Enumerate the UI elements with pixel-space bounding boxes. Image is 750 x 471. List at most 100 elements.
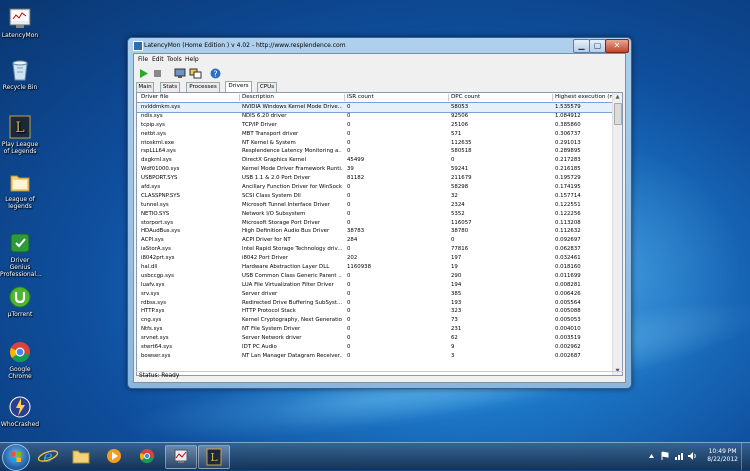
table-row[interactable]: ndis.sys NDIS 6.20 driver 0 92506 1.084912 — [137, 112, 613, 121]
table-row[interactable]: storport.sys Microsoft Storage Port Drive… — [137, 219, 613, 228]
menu-edit[interactable]: Edit — [152, 56, 164, 63]
column-divider[interactable] — [448, 94, 449, 101]
tab-drivers[interactable]: Drivers — [225, 81, 252, 92]
taskbar-latencymon[interactable] — [165, 445, 197, 469]
volume-icon[interactable] — [687, 451, 697, 461]
table-row[interactable]: afd.sys Ancillary Function Driver for Win… — [137, 183, 613, 192]
table-row[interactable]: NETIO.SYS Network I/O Subsystem 0 5352 0.122… — [137, 210, 613, 219]
taskbar-chrome[interactable] — [132, 445, 162, 467]
tab-stats[interactable]: Stats — [160, 82, 180, 92]
scroll-up-icon[interactable]: ▲ — [613, 93, 622, 101]
table-row[interactable]: cng.sys Kernel Cryptography, Next Generat… — [137, 316, 613, 325]
table-row[interactable]: stwrt64.sys IDT PC Audio 0 9 0.002962 — [137, 343, 613, 352]
table-cell: 58298 — [451, 184, 469, 191]
tab-processes[interactable]: Processes — [186, 82, 220, 92]
table-cell: 62 — [451, 335, 458, 342]
network-icon[interactable] — [674, 451, 684, 461]
menu-file[interactable]: File — [138, 56, 148, 63]
table-row[interactable]: netbt.sys MBT Transport driver 0 571 0.30673… — [137, 130, 613, 139]
table-row[interactable]: iaStorA.sys Intel Rapid Storage Technolog… — [137, 245, 613, 254]
start-button[interactable] — [2, 444, 30, 471]
latencymon-icon — [8, 6, 32, 30]
explorer-folder-icon — [72, 450, 90, 464]
desktop-icon-recycle-bin[interactable]: Recycle Bin — [0, 58, 40, 91]
table-row[interactable]: srv.sys Server driver 0 385 0.006426 — [137, 290, 613, 299]
table-row[interactable]: dxgkrnl.sys DirectX Graphics Kernel 45499 0… — [137, 156, 613, 165]
desktop-icon-utorrent[interactable]: µTorrent — [0, 285, 40, 318]
table-row[interactable]: rspLLL64.sys Resplendence Latency Monitor… — [137, 147, 613, 156]
column-divider[interactable] — [239, 94, 240, 101]
desktop-icon-play-lol[interactable]: L Play League of Legends — [0, 115, 40, 155]
table-row[interactable]: tcpip.sys TCP/IP Driver 0 25106 0.385860 — [137, 121, 613, 130]
table-row[interactable]: tunnel.sys Microsoft Tunnel Interface Dri… — [137, 201, 613, 210]
drivers-table: Driver file Description ISR count DPC co… — [136, 92, 623, 376]
table-cell: 194 — [451, 281, 462, 288]
table-row[interactable]: nvlddmkm.sys NVIDIA Windows Kernel Mode D… — [137, 102, 614, 113]
table-row[interactable]: Ntfs.sys NT File System Driver 0 231 0.00401… — [137, 325, 613, 334]
table-row[interactable]: luafv.sys LUA File Virtualization Filter … — [137, 281, 613, 290]
table-cell: 0 — [347, 352, 351, 359]
table-cell: srvnet.sys — [141, 335, 169, 342]
scroll-thumb[interactable] — [614, 103, 622, 125]
tab-cpus[interactable]: CPUs — [257, 82, 277, 92]
vertical-scrollbar[interactable]: ▲ ▼ — [612, 93, 622, 375]
table-cell: 0 — [347, 272, 351, 279]
col-isr-count[interactable]: ISR count — [347, 94, 374, 100]
desktop-icon-latencymon[interactable]: LatencyMon — [0, 6, 40, 39]
desktop-icon-chrome[interactable]: Google Chrome — [0, 340, 40, 380]
column-divider[interactable] — [552, 94, 553, 101]
menu-help[interactable]: Help — [185, 56, 199, 63]
menu-tools[interactable]: Tools — [167, 56, 182, 63]
table-cell: 0 — [347, 104, 351, 110]
tab-main[interactable]: Main — [136, 82, 154, 92]
desktop-icon-whocrashed[interactable]: WhoCrashed — [0, 395, 40, 428]
desktop-icon-lol-folder[interactable]: League of legends — [0, 170, 40, 210]
table-row[interactable]: ACPI.sys ACPI Driver for NT 284 0 0.092697 — [137, 236, 613, 245]
taskbar-media-player[interactable] — [99, 445, 129, 467]
col-dpc-count[interactable]: DPC count — [451, 94, 480, 100]
col-driver-file[interactable]: Driver file — [141, 94, 169, 100]
table-row[interactable]: CLASSPNP.SYS SCSI Class System Dll 0 32 0.15… — [137, 192, 613, 201]
column-divider[interactable] — [344, 94, 345, 101]
close-button[interactable]: ✕ — [605, 39, 629, 53]
table-row[interactable]: Wdf01000.sys Kernel Mode Driver Framework… — [137, 165, 613, 174]
table-cell: Kernel Cryptography, Next Generation — [242, 317, 342, 324]
table-cell: 25106 — [451, 121, 469, 128]
table-row[interactable]: ntoskrnl.exe NT Kernel & System 0 112635 0.2… — [137, 139, 613, 148]
table-cell: 73 — [451, 317, 458, 324]
action-center-flag-icon[interactable] — [660, 451, 670, 461]
start-button[interactable] — [138, 68, 149, 79]
taskbar-explorer[interactable] — [66, 445, 96, 467]
col-highest-execution[interactable]: Highest execution (ms) — [555, 94, 620, 100]
taskbar-ie[interactable]: e — [33, 445, 63, 467]
app-icon — [133, 41, 143, 51]
window-titlebar[interactable]: LatencyMon (Home Edition ) v 4.02 - http… — [128, 38, 631, 53]
table-cell: NDIS 6.20 driver — [242, 112, 287, 119]
desktop-icon-driver-genius[interactable]: Driver Genius Professional... — [0, 231, 42, 278]
table-row[interactable]: bowser.sys NT Lan Manager Datagram Receiv… — [137, 352, 613, 361]
col-description[interactable]: Description — [242, 94, 274, 100]
table-row[interactable]: hal.dll Hardware Abstraction Layer DLL 116… — [137, 263, 613, 272]
table-row[interactable]: HDAudBus.sys High Definition Audio Bus Dr… — [137, 227, 613, 236]
table-row[interactable]: i8042prt.sys i8042 Port Driver 202 197 0.032… — [137, 254, 613, 263]
table-cell: 0 — [347, 246, 351, 253]
maximize-button[interactable]: ▢ — [589, 39, 606, 53]
stop-button[interactable] — [152, 68, 163, 79]
table-row[interactable]: usbccgp.sys USB Common Class Generic Pare… — [137, 272, 613, 281]
minimize-button[interactable]: ▁ — [573, 39, 590, 53]
show-desktop-button[interactable] — [741, 443, 750, 470]
table-row[interactable]: srvnet.sys Server Network driver 0 62 0.0035… — [137, 334, 613, 343]
table-row[interactable]: HTTP.sys HTTP Protocol Stack 0 323 0.005088 — [137, 307, 613, 316]
computer-button[interactable] — [174, 68, 187, 79]
help-button[interactable]: ? — [210, 68, 221, 79]
table-cell: 38780 — [451, 228, 469, 235]
show-hidden-icons-icon[interactable] — [648, 452, 655, 460]
table-cell: i8042 Port Driver — [242, 255, 288, 262]
table-row[interactable]: rdbss.sys Redirected Drive Buffering SubS… — [137, 299, 613, 308]
table-row[interactable]: USBPORT.SYS USB 1.1 & 2.0 Port Driver 8118… — [137, 174, 613, 183]
taskbar-league[interactable]: L — [198, 445, 230, 469]
windows-button[interactable] — [189, 68, 202, 79]
table-cell: DirectX Graphics Kernel — [242, 157, 306, 164]
table-cell: 0 — [347, 219, 351, 226]
clock[interactable]: 10:49 PM 8/22/2012 — [707, 448, 738, 464]
